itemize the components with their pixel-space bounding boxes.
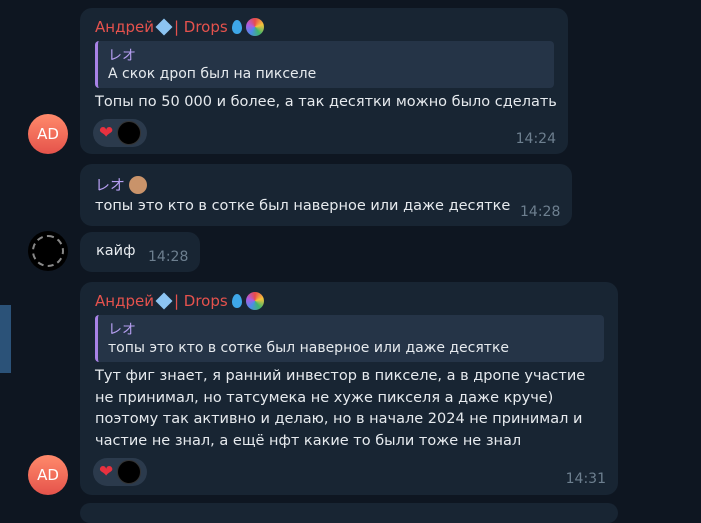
reaction-badge[interactable]: ❤ (93, 119, 147, 147)
scroll-indicator (0, 305, 11, 373)
reply-text: топы это кто в сотке был наверное или да… (108, 340, 510, 356)
sender-name[interactable]: Андрей | Drops (95, 292, 264, 310)
reply-quote[interactable]: レオ А скок дроп был на пикселе (95, 41, 554, 88)
diamond-icon (155, 292, 173, 310)
message-text: Топы по 50 000 и более, а так десятки мо… (95, 94, 557, 110)
diamond-icon (155, 18, 173, 36)
reply-text: А скок дроп был на пикселе (108, 66, 317, 82)
face-emoji-icon (129, 175, 148, 194)
heart-icon: ❤ (99, 122, 114, 143)
message-bubble-1[interactable]: Андрей | Drops レオ А скок дроп был на пик… (80, 8, 568, 154)
droplet-icon (231, 294, 242, 308)
sender-name[interactable]: レオ (95, 174, 148, 195)
message-bubble-2[interactable]: レオ топы это кто в сотке был наверное или… (80, 164, 572, 226)
reaction-badge[interactable]: ❤ (93, 458, 147, 486)
heart-icon: ❤ (99, 461, 114, 482)
reactor-avatar (117, 121, 142, 145)
message-bubble-4[interactable]: Андрей | Drops レオ топы это кто в сотке б… (80, 282, 618, 495)
message-time: 14:28 (520, 204, 561, 220)
message-bubble-3[interactable]: кайф 14:28 (80, 232, 200, 272)
message-bubble-partial[interactable] (80, 503, 618, 523)
sender-name[interactable]: Андрей | Drops (95, 18, 264, 36)
message-text: кайф (96, 243, 136, 259)
reply-sender: レオ (108, 322, 136, 338)
avatar[interactable]: AD (28, 114, 68, 154)
avatar[interactable]: AD (28, 455, 68, 495)
reply-sender: レオ (108, 48, 136, 64)
message-text: топы это кто в сотке был наверное или да… (95, 198, 511, 214)
message-time: 14:24 (515, 131, 556, 147)
droplet-icon (231, 20, 242, 34)
message-text: Тут фиг знает, я ранний инвестор в пиксе… (95, 368, 586, 449)
message-time: 14:31 (565, 471, 606, 487)
palette-icon (245, 18, 264, 36)
reactor-avatar (117, 460, 142, 484)
reply-quote[interactable]: レオ топы это кто в сотке был наверное или… (95, 315, 604, 362)
avatar[interactable] (28, 231, 68, 271)
palette-icon (245, 292, 264, 310)
message-time: 14:28 (148, 249, 189, 265)
